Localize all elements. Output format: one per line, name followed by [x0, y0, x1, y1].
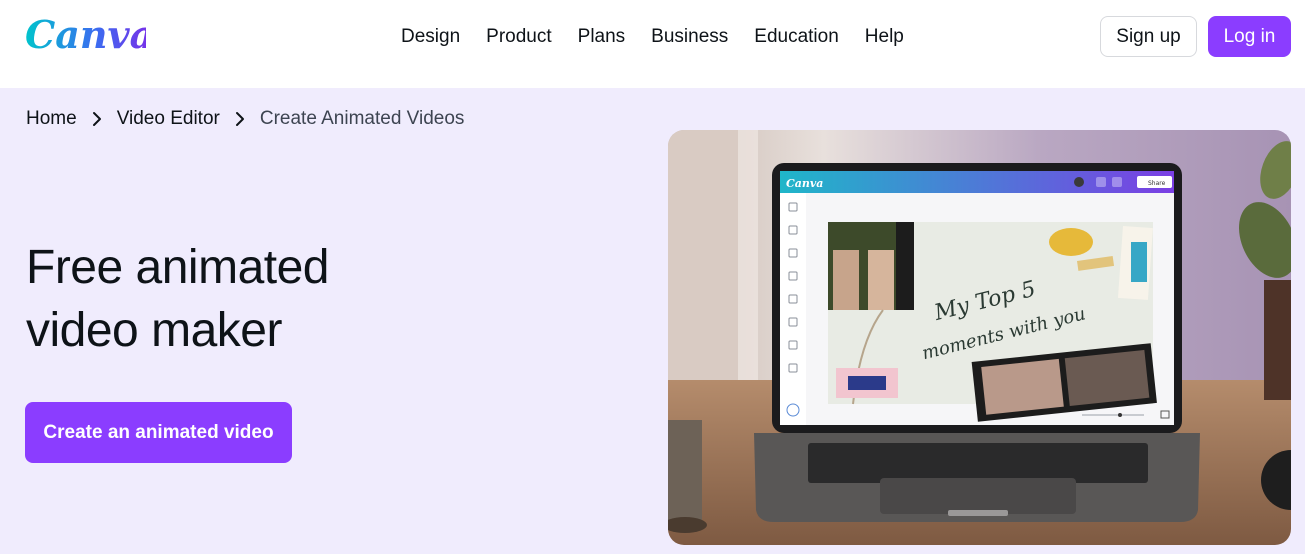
login-button[interactable]: Log in: [1208, 16, 1291, 57]
site-header: Canva Design Product Plans Business Educ…: [0, 0, 1305, 88]
hero-section: Home Video Editor Create Animated Videos…: [0, 88, 1305, 554]
nav-design[interactable]: Design: [388, 22, 473, 52]
nav-business[interactable]: Business: [638, 22, 741, 52]
title-line-1: Free animated: [26, 241, 330, 294]
breadcrumb-current: Create Animated Videos: [259, 108, 465, 129]
page-title: Free animated video maker: [26, 236, 546, 362]
main-nav: Design Product Plans Business Education …: [388, 22, 917, 52]
breadcrumb-home[interactable]: Home: [26, 108, 77, 130]
signup-button[interactable]: Sign up: [1100, 16, 1197, 57]
laptop-scene-illustration: Canva Share My Top 5 moments with you: [668, 130, 1291, 545]
hero-image: Canva Share My Top 5 moments with you: [668, 130, 1291, 545]
nav-education[interactable]: Education: [741, 22, 852, 52]
logo-text: Canva: [25, 12, 146, 57]
create-animated-video-button[interactable]: Create an animated video: [25, 402, 292, 463]
breadcrumb: Home Video Editor Create Animated Videos: [26, 108, 464, 130]
editor-share-label: Share: [1148, 180, 1166, 187]
nav-help[interactable]: Help: [852, 22, 917, 52]
title-line-2: video maker: [26, 304, 282, 357]
breadcrumb-video-editor[interactable]: Video Editor: [117, 108, 220, 130]
nav-plans[interactable]: Plans: [565, 22, 639, 52]
canva-logo[interactable]: Canva: [24, 10, 146, 62]
chevron-right-icon: [226, 108, 254, 130]
nav-product[interactable]: Product: [473, 22, 564, 52]
chevron-right-icon: [83, 108, 111, 130]
editor-logo-text: Canva: [786, 177, 823, 190]
